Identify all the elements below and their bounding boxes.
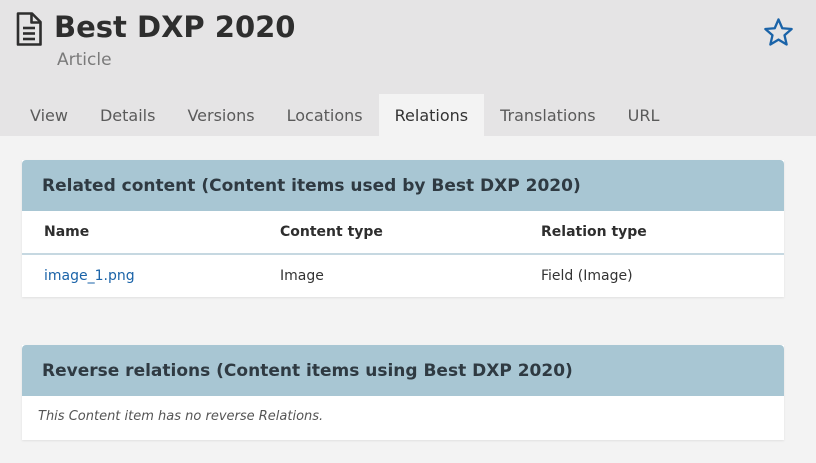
column-header-content-type: Content type (280, 224, 383, 240)
related-item-relation-type: Field (Image) (541, 268, 633, 284)
table-row: image_1.png Image Field (Image) (22, 255, 784, 297)
tab-versions[interactable]: Versions (171, 94, 270, 136)
tab-url[interactable]: URL (612, 94, 676, 136)
related-item-link[interactable]: image_1.png (44, 255, 135, 297)
empty-state-message: This Content item has no reverse Relatio… (38, 409, 324, 424)
related-content-panel: Related content (Content items used by B… (22, 160, 784, 297)
star-icon[interactable] (763, 17, 794, 48)
reverse-relations-panel: Reverse relations (Content items using B… (22, 345, 784, 440)
tab-details[interactable]: Details (84, 94, 171, 136)
tab-translations[interactable]: Translations (484, 94, 612, 136)
related-content-heading: Related content (Content items used by B… (22, 160, 784, 211)
column-header-relation-type: Relation type (541, 224, 647, 240)
related-item-content-type: Image (280, 268, 324, 284)
reverse-relations-heading: Reverse relations (Content items using B… (22, 345, 784, 396)
content-type-label: Article (57, 50, 112, 70)
page-header: Best DXP 2020 Article View Details Versi… (0, 0, 816, 136)
tab-bar: View Details Versions Locations Relation… (14, 94, 675, 136)
tab-locations[interactable]: Locations (271, 94, 379, 136)
tab-relations[interactable]: Relations (378, 94, 485, 136)
column-header-name: Name (44, 224, 90, 240)
document-icon (16, 12, 42, 46)
page-title: Best DXP 2020 (54, 10, 296, 44)
table-header-row: Name Content type Relation type (22, 211, 784, 255)
tab-view[interactable]: View (14, 94, 84, 136)
